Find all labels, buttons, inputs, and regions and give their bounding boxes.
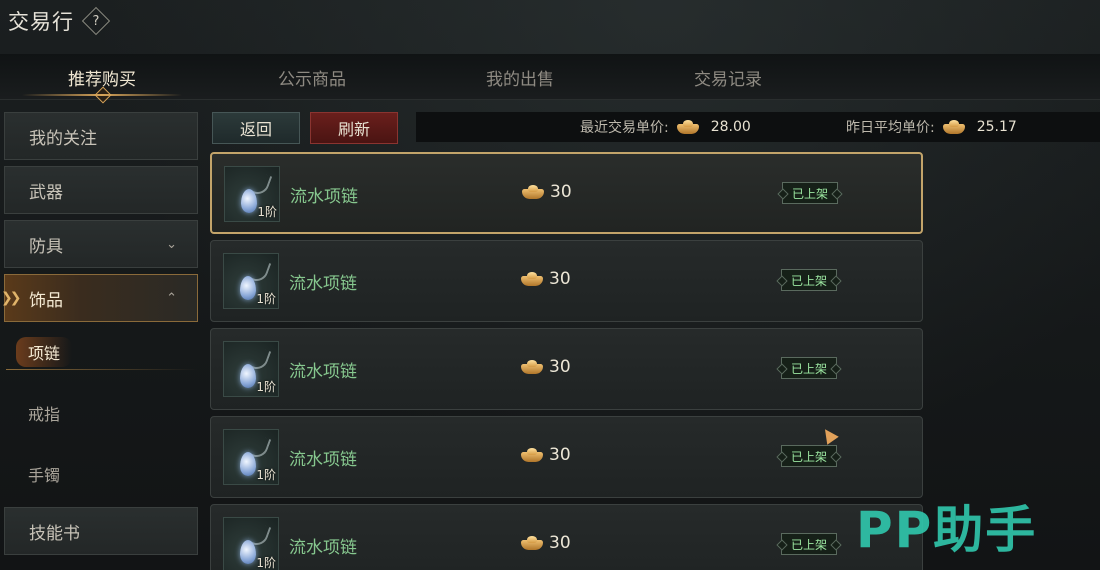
necklace-icon: 1阶 bbox=[223, 429, 279, 485]
item-name: 流水项链 bbox=[290, 187, 358, 207]
sidebar-item-armor[interactable]: 防具 ⌄ bbox=[4, 220, 198, 268]
item-tier: 1阶 bbox=[256, 556, 276, 570]
listing-row[interactable]: 1阶 流水项链 30 已上架 bbox=[210, 328, 923, 410]
sidebar-item-weapons[interactable]: 武器 bbox=[4, 166, 198, 214]
status-badge: 已上架 bbox=[781, 445, 838, 467]
sidebar-subitem-bracelet[interactable]: 手镯 bbox=[4, 454, 198, 494]
refresh-button[interactable]: 刷新 bbox=[310, 112, 398, 144]
item-name: 流水项链 bbox=[289, 450, 357, 470]
item-tier: 1阶 bbox=[256, 380, 276, 394]
listing-row[interactable]: 1阶 流水项链 30 已上架 bbox=[210, 416, 923, 498]
item-price-value: 30 bbox=[549, 269, 571, 289]
item-price: 30 bbox=[521, 445, 571, 465]
necklace-gem-graphic bbox=[240, 540, 256, 564]
status-badge: 已上架 bbox=[781, 533, 838, 555]
sidebar-item-label: 武器 bbox=[29, 182, 63, 203]
tab-bar: 推荐购买 公示商品 我的出售 交易记录 bbox=[0, 54, 1100, 100]
sidebar-item-accessories[interactable]: ❯❯ 饰品 ⌃ bbox=[1, 274, 198, 322]
tab-recommended[interactable]: 推荐购买 bbox=[12, 54, 192, 100]
item-price: 30 bbox=[521, 357, 571, 377]
sidebar-subitem-label: 项链 bbox=[16, 337, 73, 367]
necklace-icon: 1阶 bbox=[223, 517, 279, 570]
trading-house-screen: 交易行 ? 推荐购买 公示商品 我的出售 交易记录 我的关注 武器 防具 ⌄ ❯… bbox=[0, 0, 1100, 570]
title-bar: 交易行 ? bbox=[8, 6, 111, 36]
yesterday-price-value: 25.17 bbox=[976, 119, 1017, 135]
status-badge: 已上架 bbox=[782, 182, 839, 204]
sidebar-subitem-label: 手镯 bbox=[28, 466, 61, 485]
price-info-bar: 最近交易单价: 28.00 昨日平均单价: 25.17 bbox=[416, 112, 1100, 142]
help-icon-glyph: ? bbox=[92, 13, 100, 29]
watermark-logo: PP助手 bbox=[856, 501, 1038, 559]
recent-price-label: 最近交易单价: bbox=[580, 120, 669, 136]
back-button[interactable]: 返回 bbox=[212, 112, 300, 144]
yesterday-price: 昨日平均单价: 25.17 bbox=[846, 117, 1017, 137]
gold-ingot-icon bbox=[942, 120, 965, 134]
item-tier: 1阶 bbox=[257, 205, 277, 219]
item-price: 30 bbox=[521, 533, 571, 553]
item-price-value: 30 bbox=[550, 182, 572, 202]
page-title: 交易行 bbox=[8, 10, 74, 34]
tab-public-items[interactable]: 公示商品 bbox=[222, 54, 402, 100]
sidebar-item-skill-books[interactable]: 技能书 bbox=[4, 507, 198, 555]
item-name: 流水项链 bbox=[289, 362, 357, 382]
necklace-icon: 1阶 bbox=[223, 253, 279, 309]
item-price-value: 30 bbox=[549, 445, 571, 465]
necklace-icon: 1阶 bbox=[224, 166, 280, 222]
gold-ingot-icon bbox=[521, 272, 543, 286]
sidebar-subitem-label: 戒指 bbox=[28, 405, 61, 424]
gold-ingot-icon bbox=[521, 448, 543, 462]
sidebar-item-label: 技能书 bbox=[29, 523, 80, 544]
tab-trade-history[interactable]: 交易记录 bbox=[638, 54, 818, 100]
sidebar-item-label: 我的关注 bbox=[29, 128, 97, 149]
item-tier: 1阶 bbox=[256, 292, 276, 306]
item-price: 30 bbox=[521, 269, 571, 289]
sidebar-item-label: 防具 bbox=[29, 236, 63, 257]
sidebar-subitem-necklace[interactable]: 项链 bbox=[4, 332, 198, 372]
gold-ingot-icon bbox=[522, 185, 544, 199]
sidebar-item-label: 饰品 bbox=[29, 290, 63, 311]
recent-price: 最近交易单价: 28.00 bbox=[580, 117, 751, 137]
status-badge: 已上架 bbox=[781, 269, 838, 291]
item-name: 流水项链 bbox=[289, 274, 357, 294]
chevron-up-icon: ⌃ bbox=[166, 290, 177, 306]
necklace-gem-graphic bbox=[241, 189, 257, 213]
listing-row[interactable]: 1阶 流水项链 30 已上架 bbox=[210, 504, 923, 570]
yesterday-price-label: 昨日平均单价: bbox=[846, 120, 935, 136]
item-price: 30 bbox=[522, 182, 572, 202]
item-name: 流水项链 bbox=[289, 538, 357, 558]
item-price-value: 30 bbox=[549, 533, 571, 553]
sidebar-item-following[interactable]: 我的关注 bbox=[4, 112, 198, 160]
sidebar-subitem-ring[interactable]: 戒指 bbox=[4, 393, 198, 433]
listing-list[interactable]: 1阶 流水项链 30 已上架 1阶 流水项链 30 已上架 1阶 流水项链 30… bbox=[210, 152, 924, 570]
necklace-gem-graphic bbox=[240, 452, 256, 476]
recent-price-value: 28.00 bbox=[710, 119, 751, 135]
status-badge: 已上架 bbox=[781, 357, 838, 379]
tab-my-sales[interactable]: 我的出售 bbox=[430, 54, 610, 100]
gold-ingot-icon bbox=[676, 120, 699, 134]
listing-row[interactable]: 1阶 流水项链 30 已上架 bbox=[210, 240, 923, 322]
listing-row[interactable]: 1阶 流水项链 30 已上架 bbox=[210, 152, 923, 234]
gold-ingot-icon bbox=[521, 536, 543, 550]
item-price-value: 30 bbox=[549, 357, 571, 377]
necklace-gem-graphic bbox=[240, 276, 256, 300]
necklace-icon: 1阶 bbox=[223, 341, 279, 397]
gold-ingot-icon bbox=[521, 360, 543, 374]
item-tier: 1阶 bbox=[256, 468, 276, 482]
chevron-down-icon: ⌄ bbox=[166, 236, 177, 252]
help-icon[interactable]: ? bbox=[81, 6, 111, 36]
necklace-gem-graphic bbox=[240, 364, 256, 388]
active-arrows-icon: ❯❯ bbox=[1, 290, 22, 306]
